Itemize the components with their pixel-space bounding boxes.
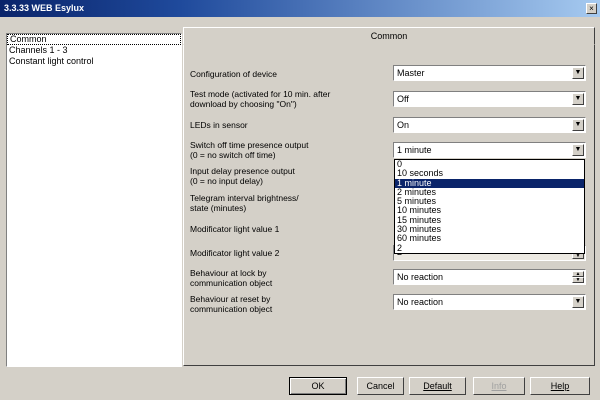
leds-value: On <box>397 120 410 130</box>
chevron-down-icon[interactable]: ▼ <box>572 296 584 308</box>
help-button[interactable]: Help <box>530 377 590 395</box>
info-button-label: Info <box>491 381 507 391</box>
param-leds-label: LEDs in sensor <box>190 120 248 130</box>
chevron-down-icon[interactable]: ▼ <box>572 144 584 156</box>
default-button-label: Default <box>423 381 452 391</box>
spin-buttons[interactable]: ▲ ▼ <box>572 271 584 283</box>
param-modificator-2-label: Modificator light value 2 <box>190 248 280 258</box>
close-icon[interactable]: × <box>586 3 597 14</box>
lock-behaviour-value: No reaction <box>397 272 444 282</box>
configuration-value: Master <box>397 68 425 78</box>
sidebar-item-channels[interactable]: Channels 1 - 3 <box>7 45 181 56</box>
sidebar-item-common[interactable]: Common <box>7 34 181 45</box>
param-reset-label-1: Behaviour at reset by <box>190 294 271 304</box>
switch-off-dropdown-list[interactable]: 0 10 seconds 1 minute 2 minutes 5 minute… <box>394 159 585 254</box>
configuration-select[interactable]: Master ▼ <box>393 65 586 81</box>
switch-off-value: 1 minute <box>397 145 432 155</box>
window-title: 3.3.33 WEB Esylux <box>4 3 85 13</box>
title-bar: 3.3.33 WEB Esylux × <box>0 0 600 17</box>
param-reset-label-2: communication object <box>190 304 273 314</box>
param-test-mode-label-1: Test mode (activated for 10 min. after <box>190 89 331 99</box>
spin-down-icon[interactable]: ▼ <box>572 277 584 283</box>
leds-select[interactable]: On ▼ <box>393 117 586 133</box>
switch-off-select[interactable]: 1 minute ▼ <box>393 142 586 158</box>
dropdown-option[interactable]: 60 minutes <box>395 234 584 244</box>
reset-behaviour-value: No reaction <box>397 297 444 307</box>
reset-behaviour-select[interactable]: No reaction ▼ <box>393 294 586 310</box>
sidebar: Common Channels 1 - 3 Constant light con… <box>6 33 182 367</box>
param-switch-off-label-1: Switch off time presence output <box>190 140 309 150</box>
param-input-delay-label-1: Input delay presence output <box>190 166 295 176</box>
param-lock-label-1: Behaviour at lock by <box>190 268 267 278</box>
param-input-delay-label-2: (0 = no input delay) <box>190 176 264 186</box>
chevron-down-icon[interactable]: ▼ <box>572 119 584 131</box>
param-telegram-label-2: state (minutes) <box>190 203 247 213</box>
chevron-down-icon[interactable]: ▼ <box>572 67 584 79</box>
test-mode-value: Off <box>397 94 409 104</box>
param-configuration-label: Configuration of device <box>190 69 277 79</box>
lock-behaviour-stepper[interactable]: No reaction ▲ ▼ <box>393 269 586 285</box>
param-telegram-label-1: Telegram interval brightness/ <box>190 193 299 203</box>
dropdown-option[interactable]: 2 <box>395 243 584 253</box>
ok-button[interactable]: OK <box>289 377 347 395</box>
cancel-button[interactable]: Cancel <box>357 377 404 395</box>
param-test-mode-label-2: download by choosing "On") <box>190 99 297 109</box>
param-switch-off-label-2: (0 = no switch off time) <box>190 150 276 160</box>
default-button[interactable]: Default <box>409 377 466 395</box>
chevron-down-icon[interactable]: ▼ <box>572 93 584 105</box>
param-modificator-1-label: Modificator light value 1 <box>190 224 280 234</box>
help-button-label: Help <box>550 381 570 391</box>
test-mode-select[interactable]: Off ▼ <box>393 91 586 107</box>
info-button[interactable]: Info <box>473 377 525 395</box>
tab-common[interactable]: Common <box>183 27 595 45</box>
param-lock-label-2: communication object <box>190 278 273 288</box>
sidebar-item-constant-light[interactable]: Constant light control <box>7 56 181 67</box>
